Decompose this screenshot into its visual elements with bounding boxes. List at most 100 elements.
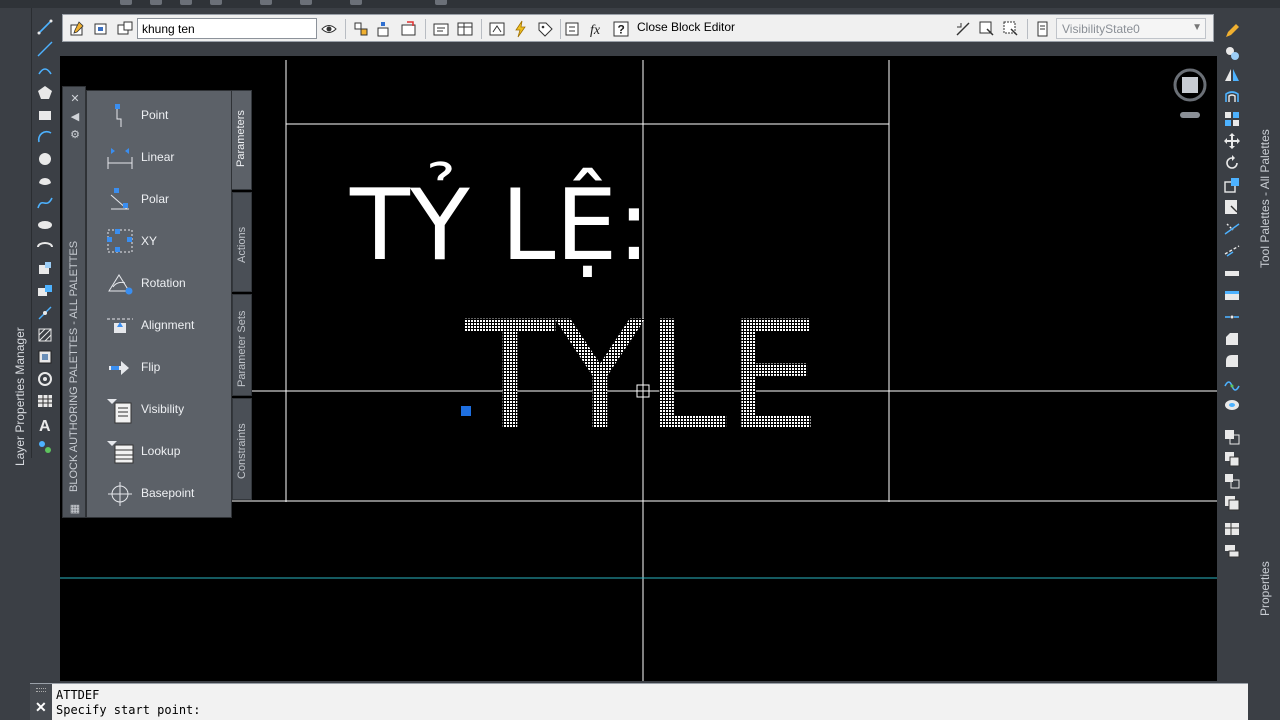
- attribute-definition-tag[interactable]: TYLE: [464, 290, 820, 464]
- tab-actions[interactable]: Actions: [232, 192, 252, 292]
- palette-item-visibility[interactable]: Visibility: [95, 389, 231, 429]
- layer-properties-strip[interactable]: Layer Properties Manager: [0, 8, 30, 683]
- save-block-as-icon[interactable]: [115, 19, 135, 39]
- polygon-icon[interactable]: [36, 84, 54, 102]
- top-tab[interactable]: [300, 0, 312, 5]
- layer-properties-manager-label[interactable]: Layer Properties Manager: [13, 327, 27, 466]
- rectangle-icon[interactable]: [36, 106, 54, 124]
- gradient-icon[interactable]: [36, 348, 54, 366]
- mirror-icon[interactable]: [1223, 66, 1241, 84]
- visibility-mode-icon[interactable]: [977, 19, 997, 39]
- group-icon[interactable]: [1223, 450, 1241, 468]
- constraint-status-icon[interactable]: [487, 19, 507, 39]
- auto-hide-icon[interactable]: ◀: [69, 111, 81, 123]
- arc-icon[interactable]: [36, 128, 54, 146]
- tag-icon[interactable]: [535, 19, 555, 39]
- table-icon[interactable]: [36, 392, 54, 410]
- ungroup-icon[interactable]: [1223, 472, 1241, 490]
- grip-point[interactable]: [461, 406, 471, 416]
- hide-constraints-icon[interactable]: [953, 19, 973, 39]
- circle-icon[interactable]: [36, 150, 54, 168]
- offset-icon[interactable]: [1223, 88, 1241, 106]
- rotate-icon[interactable]: [1223, 154, 1241, 172]
- palette-menu-icon[interactable]: ▦: [69, 503, 81, 515]
- revision-cloud-icon[interactable]: [36, 172, 54, 190]
- properties-label[interactable]: Properties: [1258, 561, 1272, 616]
- parameters-manager-icon[interactable]: [563, 19, 583, 39]
- make-block-icon[interactable]: [36, 282, 54, 300]
- block-table-icon[interactable]: [455, 19, 475, 39]
- close-block-editor-button[interactable]: Close Block Editor: [637, 20, 735, 34]
- save-block-icon[interactable]: [91, 19, 111, 39]
- top-tab[interactable]: [260, 0, 272, 5]
- grip-icon[interactable]: [36, 688, 46, 692]
- tool-palettes-label[interactable]: Tool Palettes - All Palettes: [1258, 129, 1272, 268]
- palette-item-polar[interactable]: Polar: [95, 179, 231, 219]
- palette-item-rotation[interactable]: Rotation: [95, 263, 231, 303]
- gear-icon[interactable]: ⚙: [69, 129, 81, 141]
- define-attribute-icon[interactable]: [431, 19, 451, 39]
- navigation-bar-icon[interactable]: [1180, 112, 1200, 118]
- tab-parameters[interactable]: Parameters: [232, 90, 252, 190]
- block-name-field[interactable]: khung ten: [137, 18, 317, 39]
- visibility-states-icon[interactable]: [1033, 19, 1053, 39]
- trim-icon[interactable]: [1223, 220, 1241, 238]
- pencil-icon[interactable]: [1223, 22, 1241, 40]
- spline-icon[interactable]: [36, 194, 54, 212]
- close-icon[interactable]: ✕: [35, 699, 47, 716]
- copy-icon[interactable]: [1223, 44, 1241, 62]
- stretch-icon[interactable]: [1223, 198, 1241, 216]
- tab-constraints[interactable]: Constraints: [232, 398, 252, 500]
- test-block-icon[interactable]: [319, 19, 339, 39]
- visibility-state-select[interactable]: VisibilityState0 ▼: [1056, 18, 1206, 39]
- edit-block-icon[interactable]: [67, 19, 87, 39]
- top-tab[interactable]: [210, 0, 222, 5]
- draw-order-icon[interactable]: [1223, 494, 1241, 512]
- block-properties-icon[interactable]: [1223, 428, 1241, 446]
- top-tab[interactable]: [120, 0, 132, 5]
- insert-block-icon[interactable]: [36, 260, 54, 278]
- break-at-point-icon[interactable]: [1223, 264, 1241, 282]
- tab-parameter-sets[interactable]: Parameter Sets: [232, 294, 252, 396]
- construction-line-icon[interactable]: [36, 40, 54, 58]
- fillet-icon[interactable]: [1223, 352, 1241, 370]
- help-icon[interactable]: ?: [611, 19, 631, 39]
- auto-constrain-icon[interactable]: [511, 19, 531, 39]
- join-icon[interactable]: [1223, 308, 1241, 326]
- break-icon[interactable]: [1223, 286, 1241, 304]
- palette-item-flip[interactable]: Flip: [95, 347, 231, 387]
- palette-item-point[interactable]: Point: [95, 95, 231, 135]
- top-tab[interactable]: [150, 0, 162, 5]
- move-icon[interactable]: [1223, 132, 1241, 150]
- ellipse-arc-icon[interactable]: [36, 238, 54, 256]
- chamfer-icon[interactable]: [1223, 330, 1241, 348]
- ellipse-icon[interactable]: [36, 216, 54, 234]
- region-icon[interactable]: [36, 370, 54, 388]
- palette-item-lookup[interactable]: Lookup: [95, 431, 231, 471]
- array-icon[interactable]: [1223, 110, 1241, 128]
- blend-curves-icon[interactable]: [1223, 374, 1241, 392]
- palette-item-xy[interactable]: XY: [95, 221, 231, 261]
- authoring-palettes-icon[interactable]: [351, 19, 371, 39]
- palette-item-linear[interactable]: Linear: [95, 137, 231, 177]
- palette-item-basepoint[interactable]: Basepoint: [95, 473, 231, 513]
- palette-item-alignment[interactable]: Alignment: [95, 305, 231, 345]
- explode-icon[interactable]: [1223, 396, 1241, 414]
- fx-icon[interactable]: fx: [587, 19, 607, 39]
- command-line-handle[interactable]: ✕: [30, 684, 52, 720]
- parameter-icon[interactable]: [375, 19, 395, 39]
- top-tab[interactable]: [180, 0, 192, 5]
- scale-icon[interactable]: [1223, 176, 1241, 194]
- label-text-tyle[interactable]: TỶ LỆ:: [349, 160, 650, 283]
- extend-icon[interactable]: [1223, 242, 1241, 260]
- point-icon[interactable]: [36, 304, 54, 322]
- polyline-icon[interactable]: [36, 62, 54, 80]
- make-invisible-icon[interactable]: [1001, 19, 1021, 39]
- command-line[interactable]: ✕ ATTDEF Specify start point:: [30, 683, 1248, 720]
- multiline-text-icon[interactable]: A: [36, 416, 54, 434]
- line-tool-icon[interactable]: [36, 18, 54, 36]
- hatch-icon[interactable]: [36, 326, 54, 344]
- palette-title-bar[interactable]: ✕ ◀ ⚙ BLOCK AUTHORING PALETTES - ALL PAL…: [62, 86, 86, 518]
- add-selected-icon[interactable]: [36, 438, 54, 456]
- layer-walk-icon[interactable]: [1223, 542, 1241, 560]
